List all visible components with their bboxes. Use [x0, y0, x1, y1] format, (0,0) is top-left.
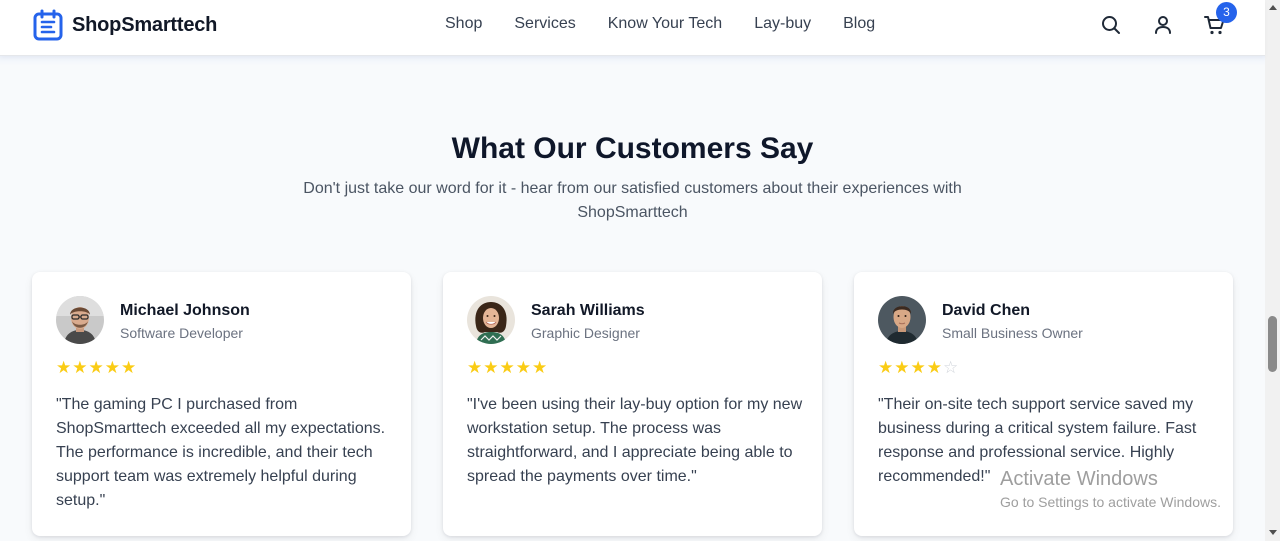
star-filled-icon: ★	[467, 358, 483, 377]
scroll-down-arrow-icon[interactable]	[1269, 530, 1277, 535]
testimonial-card: Michael Johnson Software Developer ★ ★ ★ ★ ★…	[32, 272, 411, 536]
star-filled-icon: ★	[72, 358, 88, 377]
rating-stars: ★ ★ ★ ★ ★	[56, 359, 136, 377]
testimonial-quote: "I've been using their lay-buy option fo…	[467, 396, 803, 485]
nav-item-shop[interactable]: Shop	[445, 15, 482, 33]
customer-role: Graphic Designer	[531, 325, 640, 341]
page-scrollbar[interactable]	[1265, 0, 1280, 541]
star-filled-icon: ★	[483, 358, 499, 377]
activate-windows-title: Activate Windows	[1000, 468, 1158, 490]
nav-item-know-your-tech[interactable]: Know Your Tech	[608, 15, 722, 33]
star-empty-icon: ☆	[943, 358, 959, 377]
scroll-up-arrow-icon[interactable]	[1269, 5, 1277, 10]
star-filled-icon: ★	[532, 358, 548, 377]
brand-logo[interactable]: ShopSmarttech	[32, 9, 217, 41]
activate-windows-subtitle: Go to Settings to activate Windows.	[1000, 494, 1221, 510]
avatar	[56, 296, 104, 344]
brand-name: ShopSmarttech	[72, 13, 218, 36]
nav-item-blog[interactable]: Blog	[843, 15, 875, 33]
star-filled-icon: ★	[515, 358, 531, 377]
customer-role: Small Business Owner	[942, 325, 1083, 341]
scrollbar-thumb[interactable]	[1268, 316, 1277, 372]
customer-role: Software Developer	[120, 325, 243, 341]
user-icon[interactable]	[1151, 13, 1175, 37]
star-filled-icon: ★	[878, 358, 894, 377]
rating-stars: ★ ★ ★ ★ ★	[467, 359, 547, 377]
star-filled-icon: ★	[499, 358, 515, 377]
star-filled-icon: ★	[894, 358, 910, 377]
star-filled-icon: ★	[910, 358, 926, 377]
search-icon[interactable]	[1099, 13, 1123, 37]
testimonial-quote: "The gaming PC I purchased from ShopSmar…	[56, 396, 386, 509]
section-title: What Our Customers Say	[451, 132, 814, 165]
nav-item-lay-buy[interactable]: Lay-buy	[754, 15, 811, 33]
star-filled-icon: ★	[121, 358, 137, 377]
avatar	[467, 296, 515, 344]
star-filled-icon: ★	[56, 358, 72, 377]
cart-count-badge: 3	[1216, 2, 1237, 23]
star-filled-icon: ★	[926, 358, 942, 377]
customer-name: Sarah Williams	[531, 302, 645, 319]
testimonial-card: Sarah Williams Graphic Designer ★ ★ ★ ★ ★ "I…	[443, 272, 822, 536]
section-subtitle: Don't just take our word for it - hear f…	[303, 180, 962, 221]
customer-name: Michael Johnson	[120, 302, 250, 319]
star-filled-icon: ★	[104, 358, 120, 377]
nav-item-services[interactable]: Services	[514, 15, 575, 33]
calendar-list-icon	[33, 9, 63, 41]
header-divider	[0, 56, 1265, 66]
star-filled-icon: ★	[88, 358, 104, 377]
site-header: ShopSmarttech Shop Services Know Your Te…	[0, 0, 1265, 56]
customer-name: David Chen	[942, 302, 1031, 319]
main-nav: Shop Services Know Your Tech Lay-buy Blo…	[445, 15, 875, 33]
avatar	[878, 296, 926, 344]
rating-stars: ★ ★ ★ ★ ☆	[878, 359, 958, 377]
